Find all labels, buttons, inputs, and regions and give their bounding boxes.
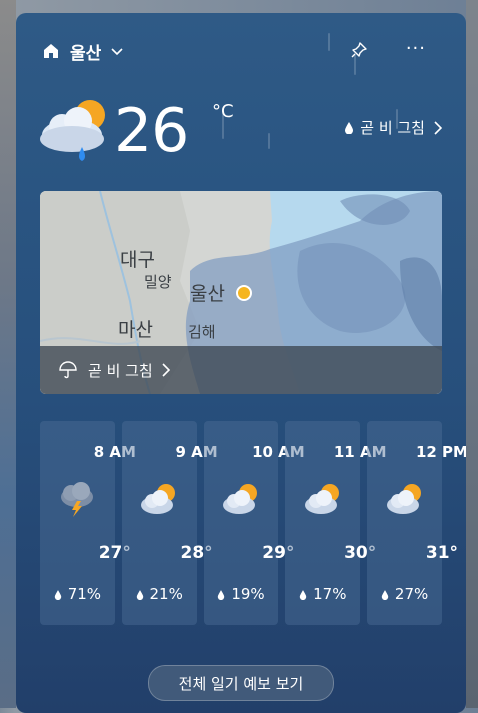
raindrop-icon xyxy=(218,589,225,600)
raindrop-icon xyxy=(136,589,143,600)
radar-map[interactable]: 대구 밀양 울산 마산 김해 곧 비 그침 xyxy=(40,191,442,394)
rain-notice-link[interactable]: 곧 비 그침 xyxy=(344,117,442,138)
hourly-item[interactable]: 12 PM 31° 27% xyxy=(367,421,466,625)
hour-precipitation-value: 21% xyxy=(149,585,183,603)
hour-precipitation-value: 19% xyxy=(231,585,265,603)
rain-notice-text: 곧 비 그침 xyxy=(360,119,425,137)
pin-icon[interactable] xyxy=(350,41,368,59)
partly-sunny-icon xyxy=(386,484,421,514)
map-bar-label: 곧 비 그침 xyxy=(88,361,153,380)
hourly-item[interactable]: 8 AM 27° 71% xyxy=(40,421,136,625)
raindrop-icon xyxy=(54,589,61,600)
chevron-down-icon[interactable] xyxy=(111,45,123,57)
map-label-daegu: 대구 xyxy=(120,249,155,271)
umbrella-icon xyxy=(59,361,77,379)
hourly-item[interactable]: 9 AM 28° 21% xyxy=(121,421,218,625)
rain-streak xyxy=(268,133,270,149)
map-label-gimhae: 김해 xyxy=(188,323,216,341)
hourly-item[interactable]: 10 AM 29° 19% xyxy=(203,421,305,625)
hourly-forecast: 8 AM 27° 71% 9 AM 28° 21% 10 AM 29° 19% … xyxy=(40,421,466,625)
hour-precipitation: 27% xyxy=(367,585,442,603)
location-name[interactable]: 울산 xyxy=(70,39,101,64)
home-icon[interactable] xyxy=(42,42,60,60)
hour-time: 12 PM xyxy=(415,443,466,461)
map-label-miryang: 밀양 xyxy=(144,273,172,291)
hourly-item[interactable]: 11 AM 30° 17% xyxy=(285,421,387,625)
partly-sunny-rain-icon xyxy=(40,100,105,161)
hour-precipitation: 19% xyxy=(204,585,279,603)
raindrop-icon xyxy=(299,589,307,600)
raindrop-icon xyxy=(345,122,354,134)
chevron-right-icon xyxy=(434,120,442,135)
map-rain-notice-bar[interactable]: 곧 비 그침 xyxy=(40,346,442,394)
hour-precipitation-value: 17% xyxy=(313,585,347,603)
raindrop-icon xyxy=(381,589,389,600)
full-forecast-button[interactable]: 전체 일기 예보 보기 xyxy=(148,665,334,701)
desktop-background-right xyxy=(466,0,478,708)
map-label-ulsan: 울산 xyxy=(190,283,225,305)
hour-temperature: 31° xyxy=(425,543,459,563)
header-bar: 울산 ··· xyxy=(42,37,440,65)
hour-precipitation-value: 71% xyxy=(67,585,102,603)
map-label-masan: 마산 xyxy=(118,319,153,341)
hour-precipitation: 21% xyxy=(122,585,197,603)
desktop-background-left xyxy=(0,0,16,708)
thunderstorm-icon xyxy=(61,482,94,517)
partly-sunny-icon xyxy=(141,484,176,514)
chevron-right-icon xyxy=(162,363,170,377)
weather-widget-card: 울산 ··· 26 °C 곧 비 그침 대구 밀양 울산 마산 김해 곧 비 그… xyxy=(16,13,466,713)
partly-sunny-icon xyxy=(304,484,339,514)
more-icon[interactable]: ··· xyxy=(406,40,426,58)
temperature-unit[interactable]: °C xyxy=(212,101,234,122)
location-marker xyxy=(236,285,252,301)
hour-precipitation: 71% xyxy=(40,585,115,603)
hour-precipitation-value: 27% xyxy=(394,585,429,603)
current-temperature: 26 xyxy=(114,96,189,166)
hour-precipitation: 17% xyxy=(285,585,360,603)
partly-sunny-icon xyxy=(222,484,257,514)
